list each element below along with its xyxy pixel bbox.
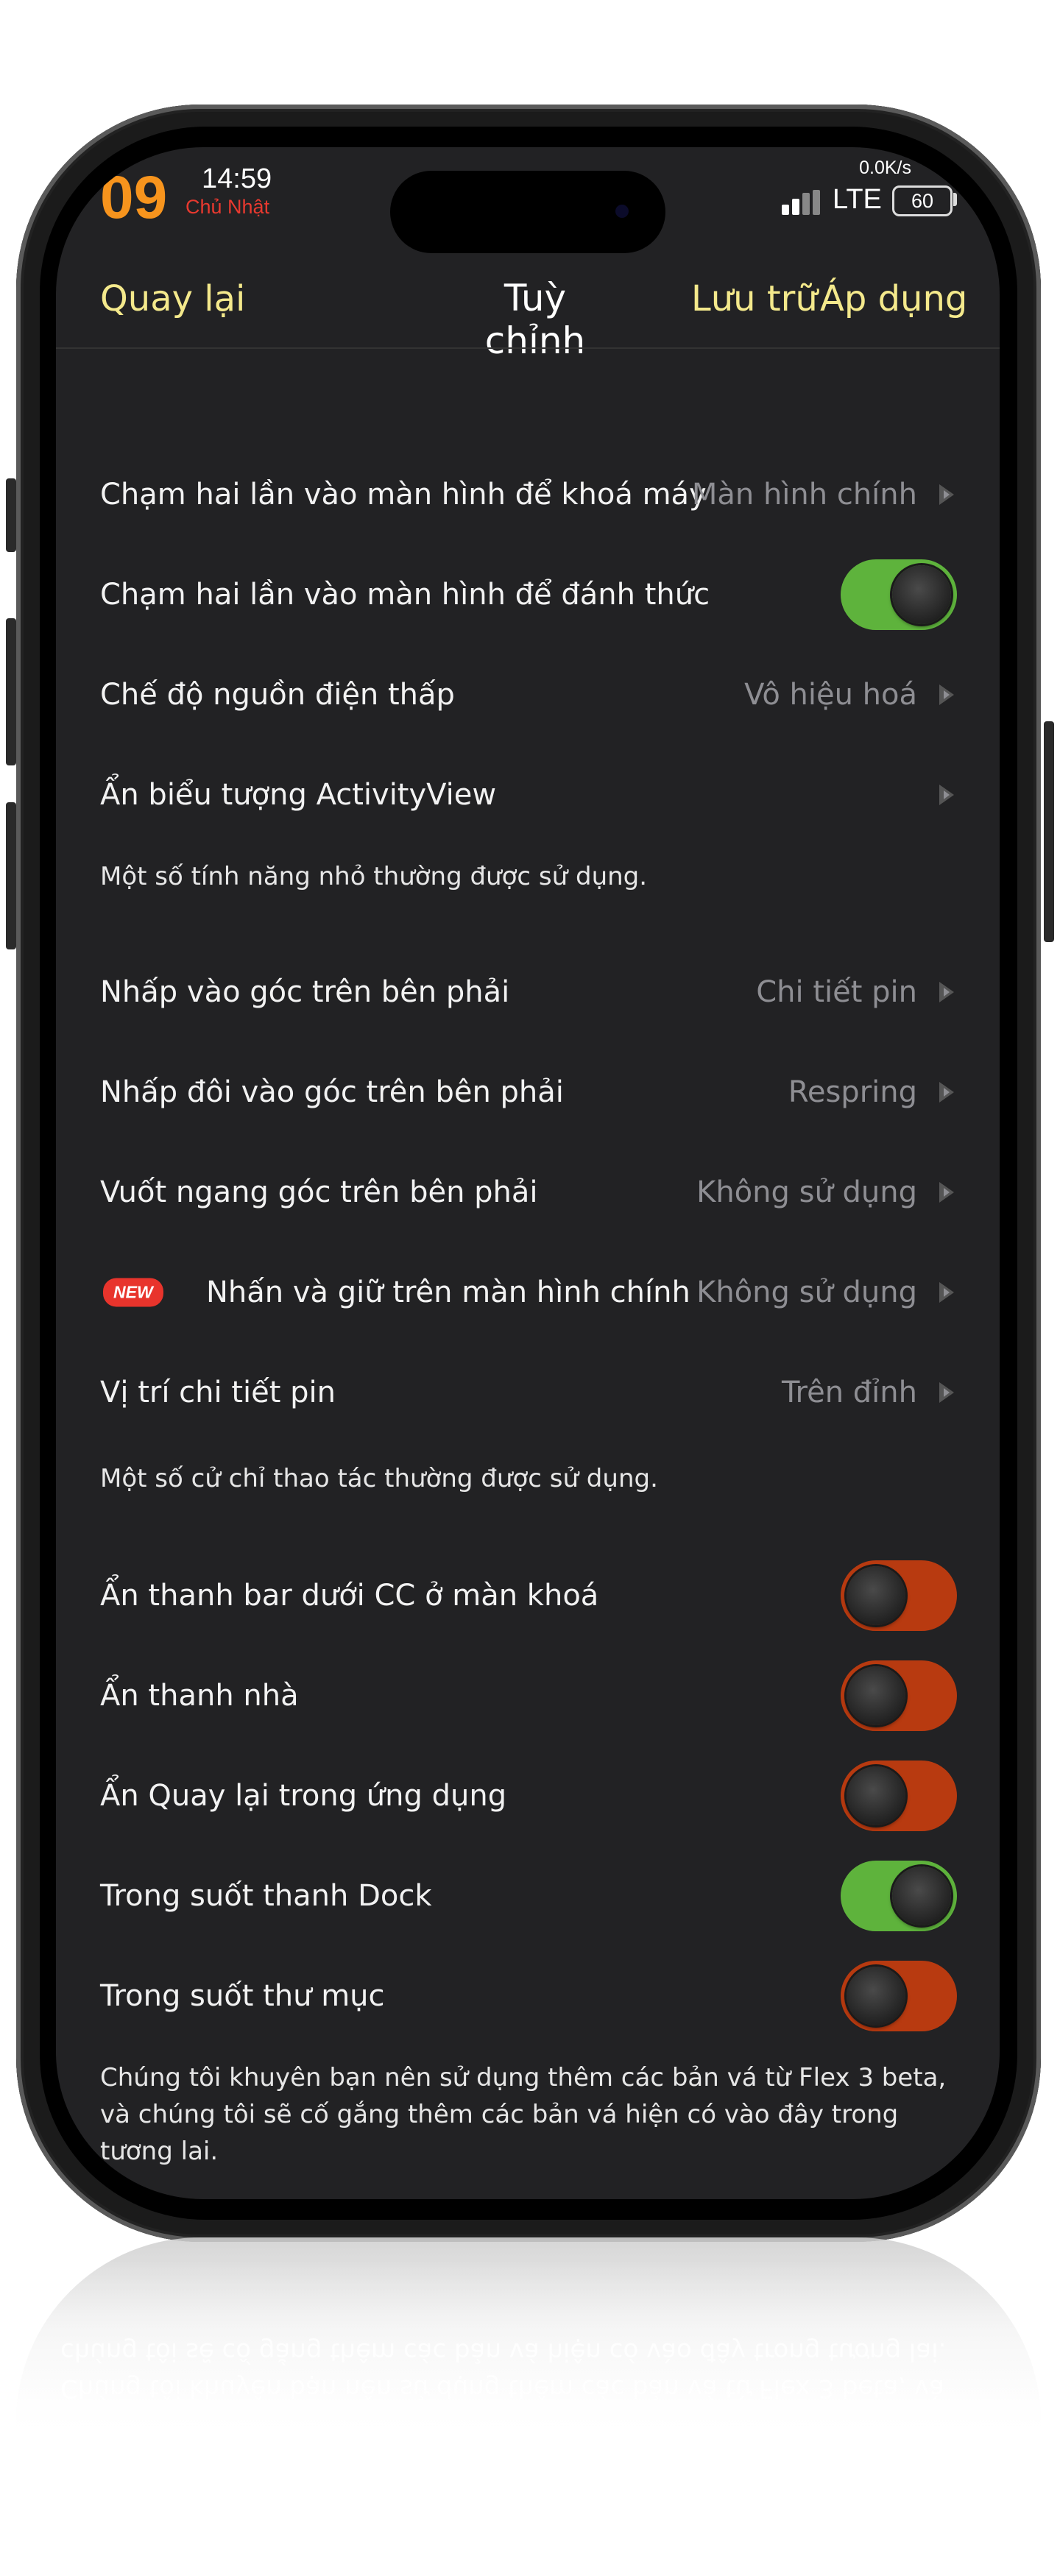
chevron-right-icon <box>939 684 954 705</box>
section-footer: Chúng tôi khuyên bạn nên sử dụng thêm cá… <box>100 2063 947 2166</box>
row-hide-home-bar[interactable]: Ẩn thanh nhà <box>56 1646 1000 1746</box>
chevron-right-icon <box>939 982 954 1002</box>
archive-button[interactable]: Lưu trữ <box>691 278 818 319</box>
clock-hour: 09 <box>100 164 168 231</box>
row-value: Respring <box>788 1075 917 1109</box>
toggle-knob <box>847 1967 905 2025</box>
row-long-press-home[interactable]: NEW Nhấn và giữ trên màn hình chính Khôn… <box>56 1242 1000 1342</box>
row-value: Vô hiệu hoá <box>744 678 917 712</box>
hide-cc-bar-toggle[interactable] <box>841 1560 957 1631</box>
row-value: Màn hình chính <box>691 478 917 512</box>
row-hide-activityview[interactable]: Ẩn biểu tượng ActivityView <box>56 745 1000 845</box>
chevron-right-icon <box>939 1082 954 1103</box>
clock-day: Chủ Nhật <box>186 196 270 218</box>
toggle-knob <box>847 1666 905 1725</box>
section-footer: Một số cử chỉ thao tác thường được sử dụ… <box>100 1464 658 1493</box>
toggle-knob <box>892 1866 951 1925</box>
chevron-right-icon <box>939 1182 954 1203</box>
row-double-tap-lock[interactable]: Chạm hai lần vào màn hình để khoá máy Mà… <box>56 445 1000 545</box>
row-tap-top-right[interactable]: Nhấp vào góc trên bên phải Chi tiết pin <box>56 942 1000 1042</box>
section-footer: Một số tính năng nhỏ thường được sử dụng… <box>100 862 648 891</box>
row-label: Vuốt ngang góc trên bên phải <box>100 1175 538 1209</box>
row-label: Nhấp vào góc trên bên phải <box>100 975 510 1009</box>
transparent-dock-toggle[interactable] <box>841 1861 957 1931</box>
toggle-knob <box>847 1566 905 1625</box>
row-hide-cc-bar[interactable]: Ẩn thanh bar dưới CC ở màn khoá <box>56 1546 1000 1646</box>
battery-icon: 60 <box>892 185 953 216</box>
dynamic-island <box>390 171 665 253</box>
row-transparent-folder[interactable]: Trong suốt thư mục <box>56 1946 1000 2046</box>
row-label: Trong suốt thư mục <box>100 1979 385 2013</box>
new-badge: NEW <box>103 1278 163 1307</box>
row-double-tap-wake[interactable]: Chạm hai lần vào màn hình để đánh thức <box>56 545 1000 645</box>
wake-toggle[interactable] <box>841 559 957 630</box>
row-low-power-mode[interactable]: Chế độ nguồn điện thấp Vô hiệu hoá <box>56 645 1000 745</box>
chevron-right-icon <box>939 785 954 805</box>
signal-bars-icon <box>782 190 826 215</box>
row-value: Chi tiết pin <box>756 975 917 1009</box>
row-label: Ẩn biểu tượng ActivityView <box>100 778 497 812</box>
hide-home-bar-toggle[interactable] <box>841 1660 957 1731</box>
battery-tip <box>953 193 957 206</box>
chevron-right-icon <box>939 1282 954 1303</box>
hide-back-toggle[interactable] <box>841 1761 957 1831</box>
chevron-right-icon <box>939 484 954 505</box>
row-label: Trong suốt thanh Dock <box>100 1879 432 1913</box>
row-value: Không sử dụng <box>696 1275 917 1309</box>
row-label: Nhấn và giữ trên màn hình chính <box>206 1275 690 1309</box>
row-label: Vị trí chi tiết pin <box>100 1376 336 1409</box>
toggle-knob <box>892 565 951 624</box>
row-label: Nhấp đôi vào góc trên bên phải <box>100 1075 564 1109</box>
reflection-fade <box>16 2237 1041 2458</box>
power-button <box>1044 721 1054 942</box>
row-label: Ẩn Quay lại trong ứng dụng <box>100 1779 507 1813</box>
row-value: Trên đỉnh <box>781 1376 917 1409</box>
row-label: Chế độ nguồn điện thấp <box>100 678 455 712</box>
row-label: Chạm hai lần vào màn hình để đánh thức <box>100 578 710 612</box>
apply-button[interactable]: Áp dụng <box>820 278 967 319</box>
row-battery-detail-position[interactable]: Vị trí chi tiết pin Trên đỉnh <box>56 1342 1000 1443</box>
row-double-tap-top-right[interactable]: Nhấp đôi vào góc trên bên phải Respring <box>56 1042 1000 1142</box>
network-type: LTE <box>833 184 882 215</box>
toggle-knob <box>847 1766 905 1825</box>
row-label: Ẩn thanh bar dưới CC ở màn khoá <box>100 1579 599 1613</box>
row-value: Không sử dụng <box>696 1175 917 1209</box>
chevron-right-icon <box>939 1382 954 1403</box>
back-button[interactable]: Quay lại <box>100 278 245 319</box>
camera-icon <box>615 205 629 218</box>
screen: 09 14:59 Chủ Nhật 0.0K/s LTE 60 Quay lại… <box>56 147 1000 2199</box>
clock-time: 14:59 <box>202 163 272 194</box>
row-transparent-dock[interactable]: Trong suốt thanh Dock <box>56 1846 1000 1946</box>
row-label: Chạm hai lần vào màn hình để khoá máy <box>100 478 707 512</box>
row-swipe-top-right[interactable]: Vuốt ngang góc trên bên phải Không sử dụ… <box>56 1142 1000 1242</box>
action-button <box>6 478 16 552</box>
volume-up-button <box>6 618 16 765</box>
row-label: Ẩn thanh nhà <box>100 1679 299 1713</box>
network-speed: 0.0K/s <box>859 158 911 178</box>
transparent-folder-toggle[interactable] <box>841 1961 957 2031</box>
volume-down-button <box>6 802 16 949</box>
row-hide-back-in-app[interactable]: Ẩn Quay lại trong ứng dụng <box>56 1746 1000 1846</box>
nav-divider <box>56 347 1000 349</box>
page-title: Tuỳ chỉnh <box>484 277 586 362</box>
device-reflection: Chúng tôi khuyên bạn nên sử dụng thêm cá… <box>16 2237 1041 2458</box>
